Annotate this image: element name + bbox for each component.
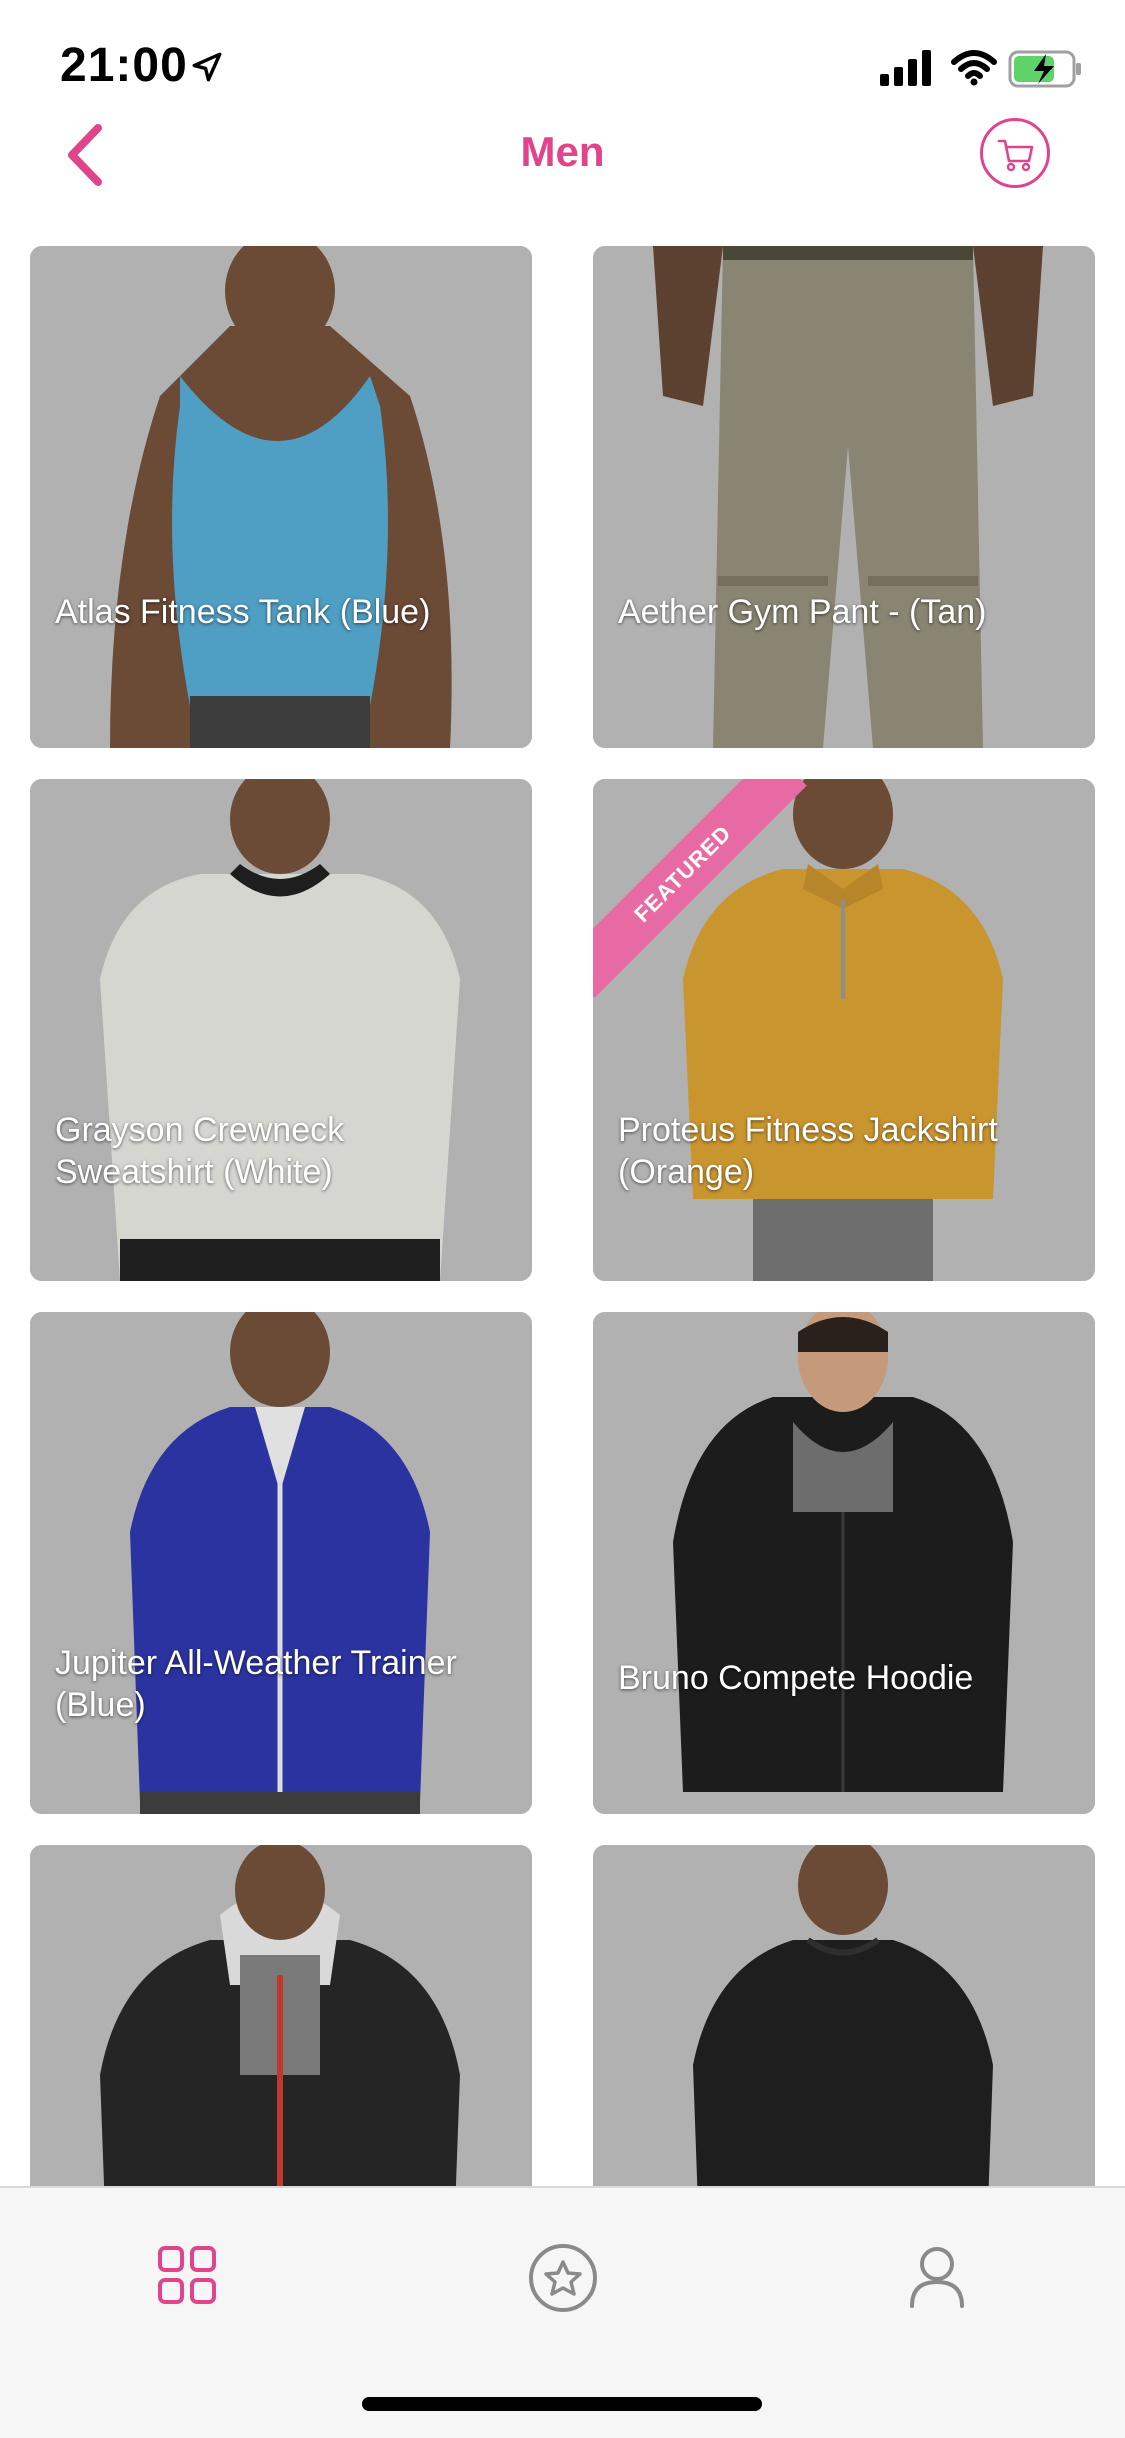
product-name: Bruno Compete Hoodie	[618, 1659, 974, 1697]
nav-bar: Men	[0, 110, 1125, 260]
product-image	[30, 1845, 532, 2186]
status-time: 21:00	[60, 39, 188, 92]
product-card-atlas-fitness-tank[interactable]: Atlas Fitness Tank (Blue)	[30, 246, 532, 748]
product-image	[593, 1312, 1095, 1814]
product-grid: Atlas Fitness Tank (Blue) Aether Gym Pan…	[0, 246, 1125, 2186]
product-card-jupiter-all-weather-trainer[interactable]: Jupiter All-Weather Trainer (Blue)	[30, 1312, 532, 1814]
product-image	[30, 779, 532, 1281]
tab-account[interactable]	[882, 2218, 992, 2328]
cart-button[interactable]	[980, 118, 1050, 188]
wifi-icon	[951, 50, 997, 86]
cart-icon	[997, 139, 1034, 172]
product-name: Jupiter All-Weather Trainer (Blue)	[55, 1644, 457, 1724]
tab-featured[interactable]	[508, 2218, 618, 2328]
battery-charging-icon	[1008, 50, 1081, 88]
product-card-aether-gym-pant[interactable]: Aether Gym Pant - (Tan)	[593, 246, 1095, 748]
product-card[interactable]	[30, 1845, 532, 2186]
product-image	[593, 246, 1095, 748]
grid-icon	[158, 2246, 216, 2304]
cellular-signal-icon	[880, 50, 931, 86]
product-card-bruno-compete-hoodie[interactable]: Bruno Compete Hoodie	[593, 1312, 1095, 1814]
page-title: Men	[520, 128, 605, 175]
tab-catalog[interactable]	[132, 2218, 242, 2328]
product-image	[593, 1845, 1095, 2186]
product-image	[30, 246, 532, 748]
product-image	[30, 1312, 532, 1814]
product-card-proteus-fitness-jackshirt[interactable]: FEATURED Proteus Fitness Jackshirt (Oran…	[593, 779, 1095, 1281]
product-name: Atlas Fitness Tank (Blue)	[55, 593, 431, 631]
product-name: Grayson Crewneck Sweatshirt (White)	[55, 1111, 345, 1191]
product-card[interactable]	[593, 1845, 1095, 2186]
product-name: Proteus Fitness Jackshirt (Orange)	[618, 1111, 998, 1191]
star-icon	[529, 2244, 597, 2312]
product-card-grayson-crewneck-sweatshirt[interactable]: Grayson Crewneck Sweatshirt (White)	[30, 779, 532, 1281]
location-arrow-icon	[192, 52, 222, 82]
home-indicator	[362, 2397, 762, 2411]
user-icon	[910, 2247, 964, 2308]
product-name: Aether Gym Pant - (Tan)	[618, 593, 987, 631]
